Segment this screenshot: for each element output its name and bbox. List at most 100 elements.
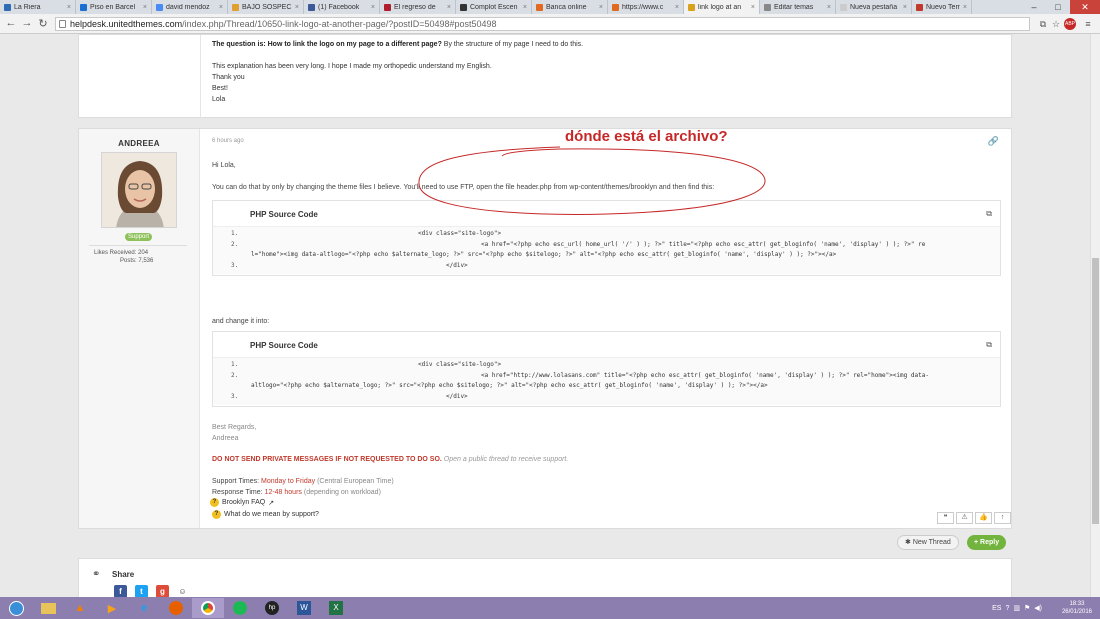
- tab-label: Nuevo Tema: [926, 3, 960, 11]
- browser-tab[interactable]: Piso en Barcel ×: [76, 0, 152, 14]
- start-icon[interactable]: [0, 598, 32, 618]
- like-icon[interactable]: 👍: [975, 512, 992, 524]
- browser-tab[interactable]: Complot Escen ×: [456, 0, 532, 14]
- code-title: PHP Source Code: [250, 341, 318, 350]
- url-input[interactable]: helpdesk.unitedthemes.com/index.php/Thre…: [55, 17, 1030, 31]
- avatar[interactable]: [101, 152, 177, 228]
- excel-icon[interactable]: X: [320, 598, 352, 618]
- browser-tab[interactable]: Editar temas ×: [760, 0, 836, 14]
- close-tab-icon[interactable]: ×: [751, 4, 755, 11]
- reddit-icon[interactable]: ☺: [176, 585, 189, 597]
- window-controls: – □ ✕: [1022, 0, 1100, 14]
- file-explorer-icon[interactable]: [32, 598, 64, 618]
- browser-tab[interactable]: Nuevo Tema×: [912, 0, 972, 14]
- close-tab-icon[interactable]: ×: [219, 4, 223, 11]
- scroll-top-icon[interactable]: ↑: [994, 512, 1011, 524]
- browser-tab-active[interactable]: link logo at an ×: [684, 0, 760, 14]
- media-player-icon[interactable]: ▶: [96, 598, 128, 618]
- browser-tab[interactable]: david mendoz ×: [152, 0, 228, 14]
- brooklyn-faq-link[interactable]: ? Brooklyn FAQ ↗: [210, 498, 274, 507]
- maximize-icon[interactable]: □: [1046, 0, 1070, 14]
- post-timestamp[interactable]: 6 hours ago: [212, 138, 244, 144]
- browser-tab[interactable]: Nueva pestaña ×: [836, 0, 912, 14]
- browser-tab[interactable]: (1) Facebook ×: [304, 0, 380, 14]
- close-tab-icon[interactable]: ×: [371, 4, 375, 11]
- close-window-icon[interactable]: ✕: [1070, 0, 1100, 14]
- code-block: PHP Source Code ⧉ 1. <div class="site-lo…: [212, 331, 1001, 407]
- minimize-icon[interactable]: –: [1022, 0, 1046, 14]
- facebook-icon[interactable]: f: [114, 585, 127, 597]
- faq-support-link[interactable]: ? What do we mean by support?: [212, 510, 319, 519]
- browser-tab[interactable]: Banca online ×: [532, 0, 608, 14]
- language-indicator[interactable]: ES: [992, 605, 1001, 612]
- volume-icon[interactable]: ◀): [1034, 604, 1042, 612]
- response-label: Response Time:: [212, 489, 263, 496]
- clock-date: 26/01/2016: [1061, 609, 1092, 615]
- flag-icon[interactable]: ⚑: [1024, 604, 1030, 612]
- url-host: helpdesk.unitedthemes.com: [70, 19, 183, 29]
- support-label: Support Times:: [212, 478, 260, 485]
- hp-icon[interactable]: hp: [256, 598, 288, 618]
- extension-icon[interactable]: ⧉: [1037, 18, 1049, 30]
- browser-tab[interactable]: El regreso de ×: [380, 0, 456, 14]
- new-thread-button[interactable]: ✱ New Thread: [897, 535, 959, 550]
- system-tray: ES ? ▥ ⚑ ◀) 18:33 26/01/2016: [992, 597, 1100, 619]
- response-time: Response Time: 12-48 hours (depending on…: [212, 489, 381, 496]
- line-number: 2.: [231, 241, 239, 248]
- close-tab-icon[interactable]: ×: [143, 4, 147, 11]
- annotation-text: dónde está el archivo?: [565, 128, 728, 145]
- share-icon: ⚭: [92, 569, 101, 580]
- favicon-icon: [80, 3, 87, 11]
- close-tab-icon[interactable]: ×: [827, 4, 831, 11]
- forum-post-reply: ANDREEA Support Likes Received: 204 Post…: [78, 128, 1012, 529]
- vlc-icon[interactable]: ▲: [64, 598, 96, 618]
- close-tab-icon[interactable]: ×: [523, 4, 527, 11]
- forward-icon[interactable]: →: [20, 17, 34, 29]
- post-line: Best!: [212, 85, 228, 92]
- google-plus-icon[interactable]: g: [156, 585, 169, 597]
- star-icon[interactable]: ☆: [1050, 18, 1062, 30]
- code-line: l="home"><img data-altlogo="<?php echo $…: [251, 251, 837, 258]
- menu-icon[interactable]: ≡: [1082, 18, 1094, 30]
- twitter-icon[interactable]: t: [135, 585, 148, 597]
- line-number: 3.: [231, 262, 239, 269]
- question-rest: By the structure of my page I need to do…: [441, 41, 584, 48]
- browser-tab-bar: La Riera × Piso en Barcel × david mendoz × …: [0, 0, 1100, 14]
- browser-tab[interactable]: BAJO SOSPEC ×: [228, 0, 304, 14]
- code-line: </div>: [446, 262, 468, 269]
- copy-icon[interactable]: ⧉: [986, 209, 992, 219]
- username-link[interactable]: ANDREEA: [79, 139, 199, 148]
- scrollbar[interactable]: [1090, 34, 1100, 597]
- help-icon: ?: [210, 498, 219, 507]
- line-number: 3.: [231, 393, 239, 400]
- close-tab-icon[interactable]: ×: [963, 4, 967, 11]
- close-tab-icon[interactable]: ×: [295, 4, 299, 11]
- help-tray-icon[interactable]: ?: [1005, 605, 1009, 612]
- scrollbar-thumb[interactable]: [1092, 258, 1099, 524]
- word-icon[interactable]: W: [288, 598, 320, 618]
- copy-icon[interactable]: ⧉: [986, 340, 992, 350]
- back-icon[interactable]: ←: [4, 17, 18, 29]
- close-tab-icon[interactable]: ×: [903, 4, 907, 11]
- network-icon[interactable]: ▥: [1013, 604, 1020, 612]
- close-tab-icon[interactable]: ×: [447, 4, 451, 11]
- share-title: Share: [112, 570, 135, 579]
- adblock-icon[interactable]: ABP: [1064, 18, 1076, 30]
- report-icon[interactable]: ⚠: [956, 512, 973, 524]
- reply-button[interactable]: + Reply: [967, 535, 1007, 550]
- permalink-icon[interactable]: 🔗: [988, 136, 999, 147]
- clock[interactable]: 18:33 26/01/2016: [1062, 600, 1092, 616]
- close-tab-icon[interactable]: ×: [675, 4, 679, 11]
- internet-explorer-icon[interactable]: e: [128, 598, 160, 618]
- reload-icon[interactable]: ↻: [36, 17, 50, 30]
- spotify-icon[interactable]: [224, 598, 256, 618]
- firefox-icon[interactable]: [160, 598, 192, 618]
- close-tab-icon[interactable]: ×: [67, 4, 71, 11]
- quote-icon[interactable]: ❝: [937, 512, 954, 524]
- browser-tab[interactable]: https://www.c ×: [608, 0, 684, 14]
- forum-page: The question is: How to link the logo on…: [0, 34, 1100, 597]
- close-tab-icon[interactable]: ×: [599, 4, 603, 11]
- chrome-icon[interactable]: [192, 598, 224, 618]
- post-body: The question is: How to link the logo on…: [200, 35, 1012, 119]
- browser-tab[interactable]: La Riera ×: [0, 0, 76, 14]
